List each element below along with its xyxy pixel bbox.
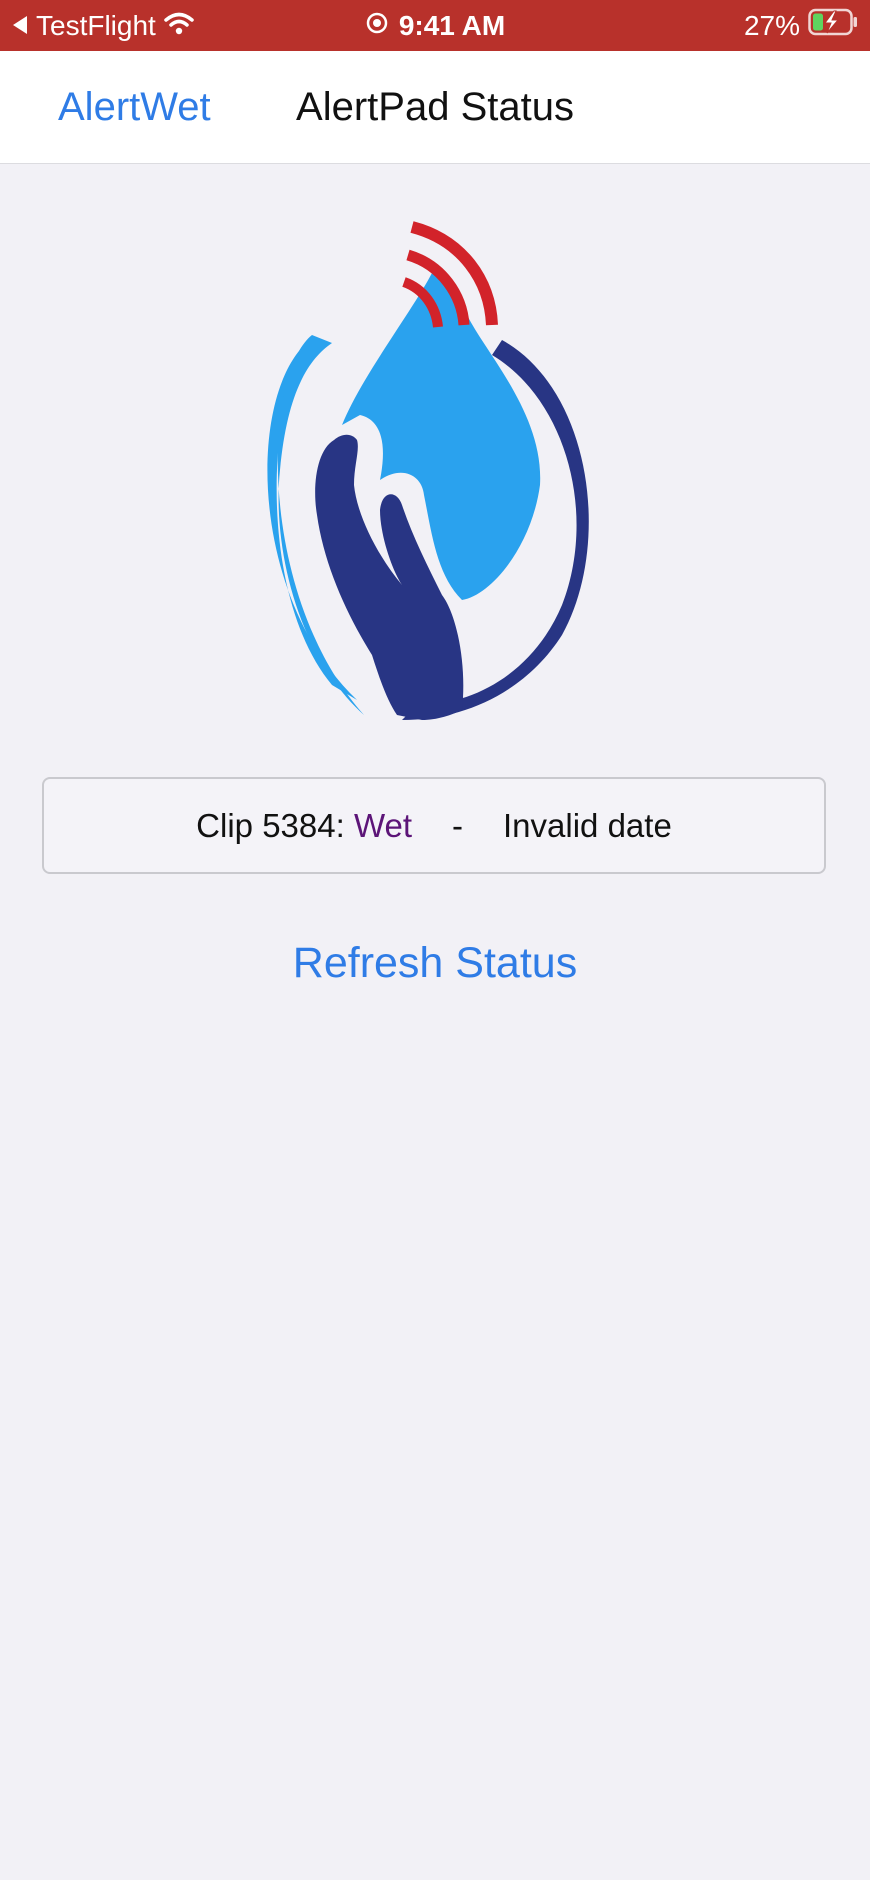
- status-separator: -: [452, 806, 464, 844]
- battery-percent: 27%: [743, 9, 800, 41]
- refresh-container: Refresh Status: [0, 930, 870, 996]
- status-center: 9:41 AM: [0, 0, 870, 51]
- clip-label: Clip 5384:: [196, 806, 354, 844]
- nav-bar: AlertWet AlertPad Status: [0, 51, 870, 164]
- charging-bolt-icon: [824, 10, 840, 34]
- page-title: AlertPad Status: [296, 84, 574, 129]
- alertwet-logo: [262, 215, 608, 725]
- battery-icon: [808, 8, 858, 43]
- status-bar: TestFlight 9:41 AM 27%: [0, 0, 870, 51]
- clock-time: 9:41 AM: [398, 9, 506, 41]
- wet-status: Wet: [353, 806, 413, 844]
- refresh-status-button[interactable]: Refresh Status: [293, 939, 577, 988]
- status-card: Clip 5384: Wet - Invalid date: [42, 777, 826, 874]
- location-icon: [365, 10, 389, 42]
- status-right: 27%: [744, 0, 858, 51]
- status-date: Invalid date: [503, 806, 672, 844]
